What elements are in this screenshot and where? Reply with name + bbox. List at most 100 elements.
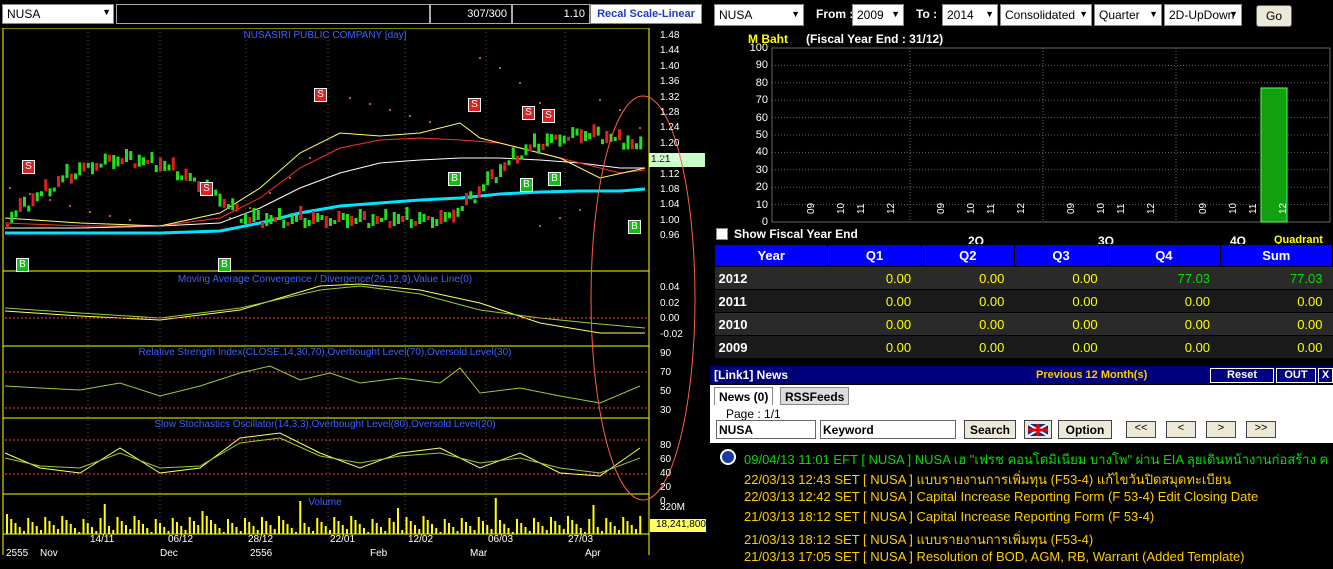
fin-x-tick: 12 (1278, 202, 1289, 214)
show-fiscal-checkbox[interactable] (716, 228, 728, 240)
candle (316, 213, 320, 222)
candle (167, 164, 171, 171)
page-indicator: Page : 1/1 (726, 407, 781, 421)
prev-page-button[interactable]: < (1166, 421, 1196, 438)
statement-type-select[interactable]: Consolidated ▼ (1000, 4, 1092, 26)
volume-bar (630, 525, 633, 534)
volume-bar (426, 520, 429, 534)
search-button[interactable]: Search (964, 420, 1016, 439)
macd-tick: 0.00 (660, 313, 680, 324)
volume-bar (550, 517, 552, 534)
period-select[interactable]: Quarter ▼ (1094, 4, 1162, 26)
cell-q2: 0.00 (921, 312, 1015, 336)
volume-bar (278, 516, 280, 534)
candle (137, 154, 141, 167)
volume-bar (125, 525, 127, 534)
candle (295, 215, 298, 222)
close-button[interactable]: X (1318, 368, 1333, 383)
table-row: 2012 0.00 0.00 0.00 77.03 77.03 (714, 266, 1333, 290)
candle (452, 209, 456, 223)
volume-bar (108, 526, 110, 534)
buy-signal: B (548, 172, 561, 186)
volume-bar (448, 523, 450, 534)
option-button[interactable]: Option (1058, 420, 1112, 439)
candle (554, 134, 558, 140)
language-flag-button[interactable] (1024, 420, 1052, 439)
volume-bar (320, 522, 323, 534)
fin-x-tick: 12 (886, 202, 897, 214)
fin-symbol-select[interactable]: NUSA ▼ (714, 4, 804, 26)
news-item: 21/03/13 18:12 SET [ NUSA ] แบบรายงานการ… (744, 532, 1094, 547)
volume-bar (120, 521, 123, 534)
news-symbol-input[interactable]: NUSA (716, 420, 816, 439)
flag-icon (1027, 423, 1049, 437)
go-button[interactable]: Go (1256, 5, 1292, 27)
row-year: 2011 (714, 289, 828, 313)
view-value: 2D-UpDown (1169, 8, 1235, 22)
info-box-1 (116, 4, 430, 24)
candle (405, 207, 409, 220)
fin-symbol-value: NUSA (719, 8, 753, 22)
chart-canvas (2, 28, 705, 555)
candle (622, 142, 626, 150)
candle (456, 207, 460, 217)
first-page-button[interactable]: << (1126, 421, 1156, 438)
counter-box: 307/300 (430, 4, 512, 24)
fin-x-tick: 11 (1248, 203, 1259, 214)
tab-news[interactable]: News (0) (714, 387, 774, 405)
volume-bar (129, 529, 132, 534)
from-label: From : (816, 7, 854, 21)
volume-bar (618, 530, 620, 534)
financial-table: Year Q1 Q2 Q3 Q4 Sum 2012 0.00 0.00 0.00… (713, 244, 1333, 359)
volume-bar (27, 518, 30, 534)
candle (418, 212, 422, 224)
volume-bar (465, 522, 467, 534)
volume-bar (524, 527, 527, 534)
candle (31, 193, 35, 207)
candle (159, 157, 162, 172)
reset-button[interactable]: Reset (1210, 368, 1274, 383)
price-tick: 1.20 (660, 137, 680, 149)
candle (286, 222, 290, 226)
volume-bar (503, 524, 506, 534)
volume-bar (159, 523, 161, 534)
chart-panel: NUSA ▼ 307/300 1.10 Recal Scale-Linear N… (0, 0, 708, 559)
out-button[interactable]: OUT (1276, 368, 1316, 383)
fin-x-tick: 11 (1116, 203, 1127, 214)
volume-bar (324, 526, 327, 534)
volume-bar (103, 504, 106, 534)
cell-q3: 0.00 (1014, 266, 1108, 290)
price-tick: 0.96 (660, 230, 680, 242)
from-year-select[interactable]: 2009 ▼ (852, 4, 904, 26)
volume-bar (571, 520, 574, 534)
keyword-input[interactable]: Keyword (820, 420, 956, 439)
price-tick: 1.36 (660, 76, 680, 88)
volume-bar (528, 531, 531, 534)
volume-bar (10, 519, 13, 534)
candle (40, 191, 43, 197)
candle (48, 188, 52, 197)
to-year-select[interactable]: 2014 ▼ (942, 4, 998, 26)
candle (567, 136, 570, 141)
recal-scale-button[interactable]: Recal Scale-Linear (590, 4, 702, 24)
fin-x-tick: 11 (986, 203, 997, 214)
news-item: 21/03/13 17:05 SET [ NUSA ] Resolution o… (744, 549, 1245, 564)
statement-type-value: Consolidated (1005, 8, 1076, 22)
month-tick: 2555 (6, 548, 29, 559)
volume-bar (265, 521, 268, 534)
tab-rssfeeds[interactable]: RSSFeeds (780, 387, 850, 405)
candle (146, 160, 150, 165)
candle (129, 151, 133, 161)
candle (307, 220, 311, 226)
view-select[interactable]: 2D-UpDown ▼ (1164, 4, 1242, 26)
row-year: 2009 (714, 335, 828, 359)
cell-q3: 0.00 (1014, 335, 1108, 359)
volume-bar (227, 519, 229, 534)
date-tick: 28/12 (248, 534, 274, 545)
chart-symbol-select[interactable]: NUSA ▼ (2, 4, 114, 24)
volume-bar (290, 528, 293, 534)
sell-signal: S (522, 106, 535, 120)
last-page-button[interactable]: >> (1246, 421, 1276, 438)
cell-q3: 0.00 (1014, 312, 1108, 336)
next-page-button[interactable]: > (1206, 421, 1236, 438)
